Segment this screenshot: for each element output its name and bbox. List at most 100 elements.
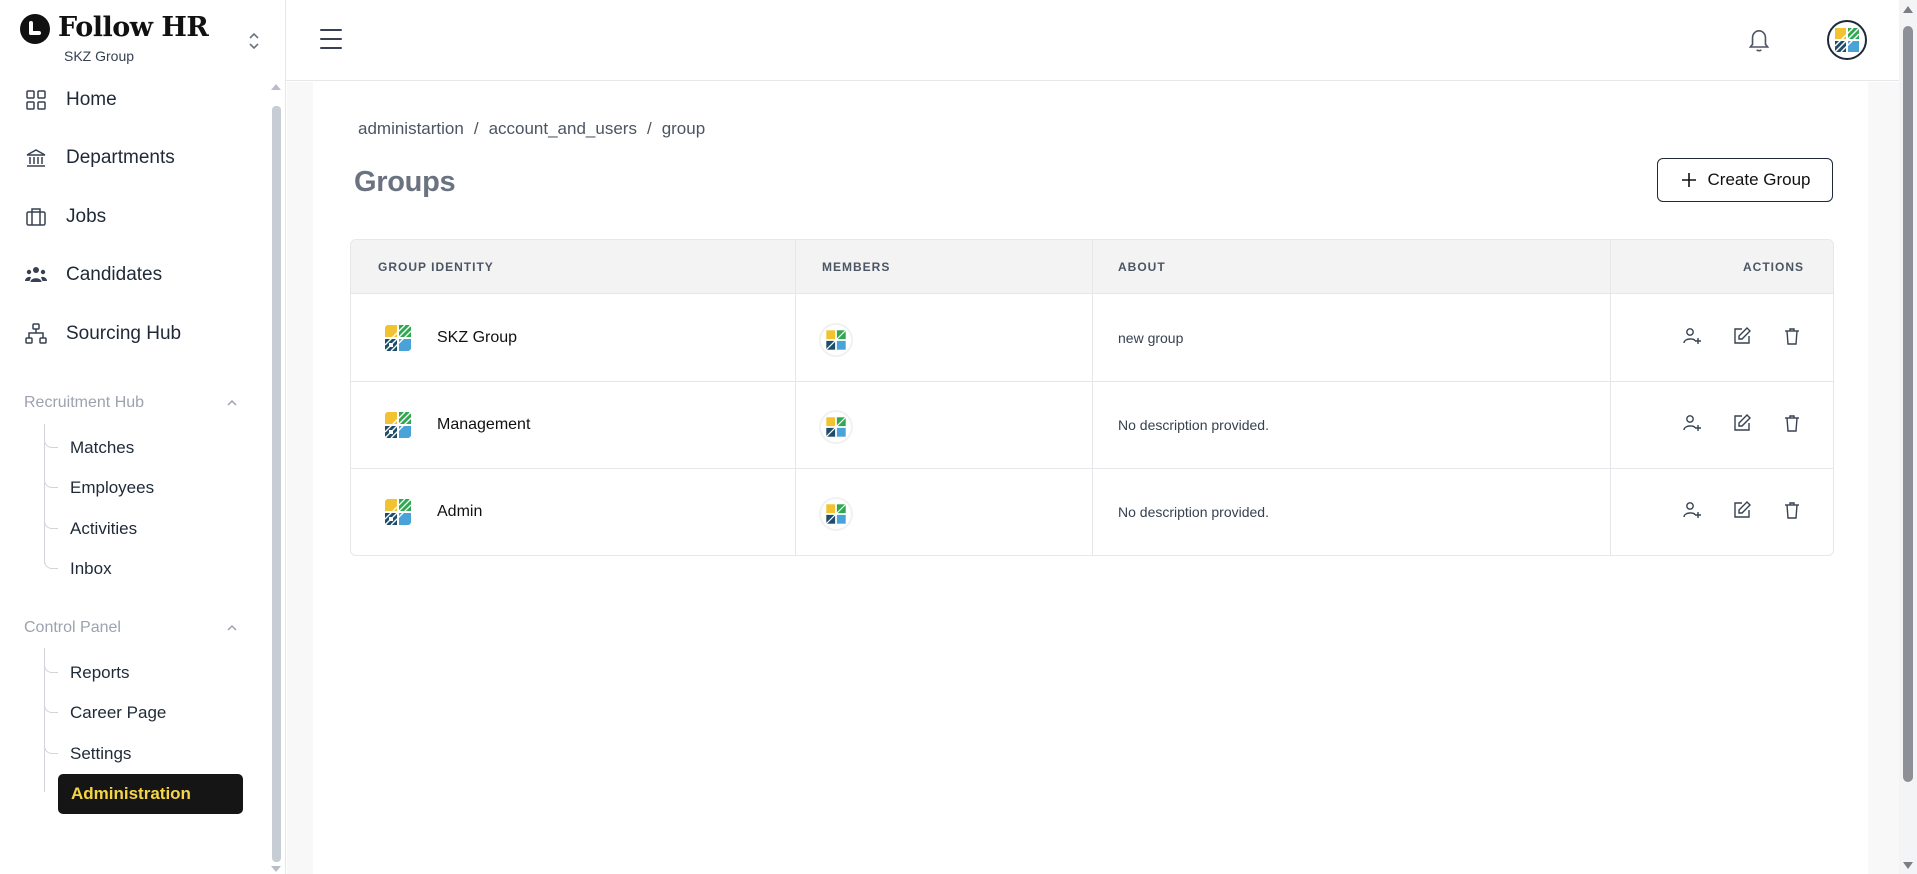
grid-icon	[26, 90, 46, 110]
sidebar-item-matches[interactable]: Matches	[44, 432, 244, 464]
page-title: Groups	[354, 166, 456, 198]
sidebar-item-label: Departments	[66, 147, 175, 168]
user-plus-icon	[1683, 415, 1701, 431]
workspace-name: SKZ Group	[64, 48, 135, 64]
breadcrumb-item[interactable]: group	[662, 119, 705, 139]
sidebar-item-label: Home	[66, 89, 117, 110]
sidebar-scroll-down[interactable]	[271, 866, 281, 872]
sidebar-item-administration[interactable]: Administration	[58, 774, 243, 814]
sidebar-item-jobs[interactable]: Jobs	[24, 197, 254, 237]
sidebar-item-label: Matches	[70, 438, 135, 457]
sidebar-item-label: Settings	[70, 744, 132, 763]
group-avatar	[381, 321, 415, 355]
table-row[interactable]: SKZ Group new group	[351, 295, 1833, 382]
plus-icon	[1681, 173, 1696, 187]
content-panel: administartion / account_and_users / gro…	[313, 82, 1868, 874]
create-group-button[interactable]: Create Group	[1657, 158, 1833, 202]
sidebar-item-sourcing-hub[interactable]: Sourcing Hub	[24, 314, 254, 354]
brand-logo	[20, 14, 50, 44]
member-avatar[interactable]	[821, 412, 851, 442]
org-logo-icon	[384, 411, 412, 439]
org-logo-icon	[825, 416, 847, 438]
table-row[interactable]: Management No description provided.	[351, 382, 1833, 469]
trash-icon	[1785, 415, 1799, 432]
sidebar-item-label: Administration	[71, 784, 191, 803]
brand-name: Follow HR	[58, 12, 209, 43]
brand-switcher[interactable]: Follow HR SKZ Group	[20, 12, 270, 68]
edit-group-button[interactable]	[1732, 326, 1756, 350]
member-avatar[interactable]	[821, 325, 851, 355]
sidebar-item-reports[interactable]: Reports	[44, 657, 244, 689]
hierarchy-icon	[25, 323, 47, 344]
briefcase-icon	[26, 208, 46, 226]
edit-icon	[1734, 327, 1751, 344]
edit-group-button[interactable]	[1732, 413, 1756, 437]
sidebar-scrollbar[interactable]	[272, 106, 281, 862]
page-scrollbar[interactable]	[1899, 0, 1917, 874]
sidebar-item-label: Employees	[70, 478, 155, 497]
breadcrumb-item[interactable]: administartion	[358, 119, 464, 139]
org-logo-icon	[825, 329, 847, 351]
group-name[interactable]: Admin	[437, 503, 482, 521]
column-header: ABOUT	[1118, 260, 1166, 274]
section-title: Recruitment Hub	[24, 394, 145, 411]
sidebar-item-label: Jobs	[66, 206, 107, 227]
sidebar-item-label: Reports	[70, 663, 130, 682]
sidebar-item-label: Career Page	[70, 703, 167, 722]
org-logo-icon	[384, 324, 412, 352]
topbar	[286, 0, 1899, 81]
sidebar-item-settings[interactable]: Settings	[44, 738, 244, 770]
delete-group-button[interactable]	[1782, 326, 1806, 350]
menu-toggle-icon[interactable]	[320, 29, 342, 49]
sidebar-item-employees[interactable]: Employees	[44, 472, 244, 504]
sidebar-item-label: Inbox	[70, 559, 112, 578]
add-member-button[interactable]	[1682, 413, 1706, 437]
trash-icon	[1785, 328, 1799, 345]
table-row[interactable]: Admin No description provided.	[351, 469, 1833, 555]
column-header: GROUP IDENTITY	[378, 260, 494, 274]
chevron-up-down-icon[interactable]	[246, 30, 262, 52]
bell-icon[interactable]	[1746, 26, 1772, 54]
add-member-button[interactable]	[1682, 500, 1706, 524]
bank-icon	[26, 149, 46, 167]
delete-group-button[interactable]	[1782, 413, 1806, 437]
edit-icon	[1734, 501, 1751, 518]
section-recruitment-hub[interactable]: Recruitment Hub	[24, 389, 244, 417]
group-about: new group	[1118, 330, 1184, 346]
sidebar-item-inbox[interactable]: Inbox	[44, 553, 244, 585]
section-title: Control Panel	[24, 619, 121, 636]
group-name[interactable]: Management	[437, 416, 530, 434]
member-avatar[interactable]	[821, 499, 851, 529]
groups-table: GROUP IDENTITY MEMBERS ABOUT ACTIONS SKZ…	[350, 239, 1834, 556]
group-about: No description provided.	[1118, 417, 1269, 433]
sidebar-item-candidates[interactable]: Candidates	[24, 255, 254, 295]
chevron-up-icon	[227, 399, 237, 406]
delete-group-button[interactable]	[1782, 500, 1806, 524]
sidebar-scroll-up[interactable]	[271, 84, 281, 90]
group-name[interactable]: SKZ Group	[437, 329, 517, 347]
main: administartion / account_and_users / gro…	[287, 82, 1899, 874]
breadcrumb-item[interactable]: account_and_users	[489, 119, 637, 139]
org-logo-icon	[1834, 27, 1860, 53]
users-icon	[25, 267, 47, 282]
sidebar-item-departments[interactable]: Departments	[24, 138, 254, 178]
sidebar-item-home[interactable]: Home	[24, 80, 254, 120]
user-avatar[interactable]	[1827, 20, 1867, 60]
sidebar-item-label: Candidates	[66, 264, 163, 285]
column-header: ACTIONS	[1743, 260, 1804, 274]
chevron-up-icon	[227, 624, 237, 631]
edit-group-button[interactable]	[1732, 500, 1756, 524]
sidebar-item-label: Sourcing Hub	[66, 323, 182, 344]
add-member-button[interactable]	[1682, 326, 1706, 350]
column-header: MEMBERS	[822, 260, 891, 274]
breadcrumb: administartion / account_and_users / gro…	[358, 119, 706, 139]
user-plus-icon	[1683, 328, 1701, 344]
group-avatar	[381, 408, 415, 442]
sidebar-item-activities[interactable]: Activities	[44, 513, 244, 545]
sidebar: Follow HR SKZ Group Home Departments Job…	[0, 0, 286, 874]
section-control-panel[interactable]: Control Panel	[24, 614, 244, 642]
edit-icon	[1734, 414, 1751, 431]
org-logo-icon	[825, 503, 847, 525]
trash-icon	[1785, 502, 1799, 519]
sidebar-item-career-page[interactable]: Career Page	[44, 697, 244, 729]
